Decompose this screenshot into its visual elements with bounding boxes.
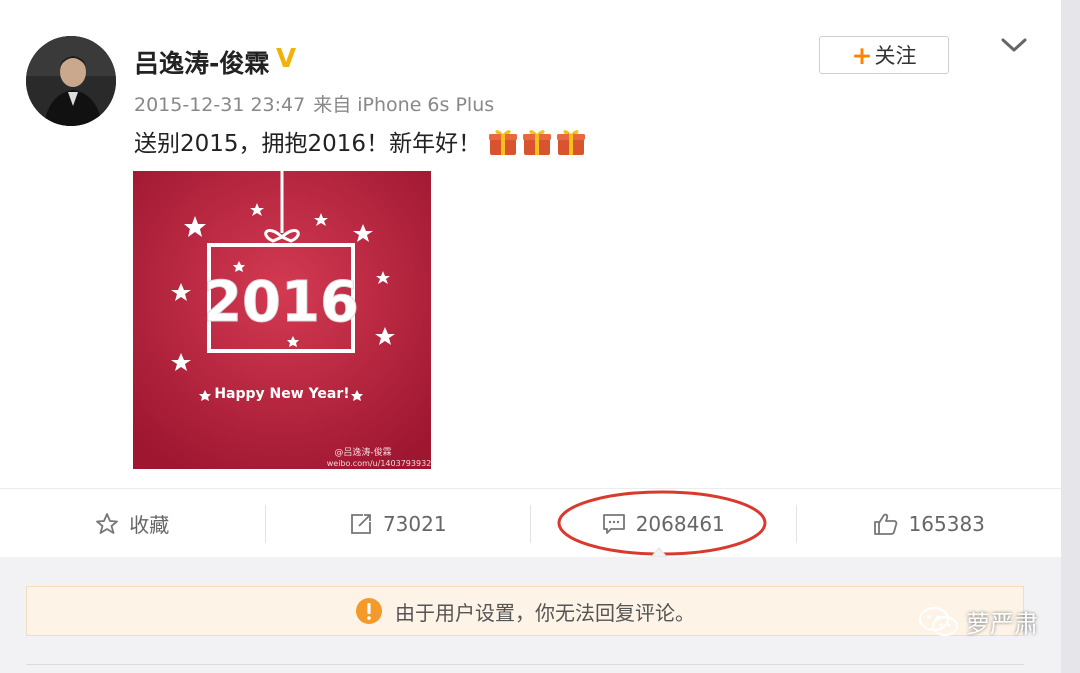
action-bar: 收藏 73021 2068461 165383 [0, 488, 1061, 558]
username[interactable]: 吕逸涛-俊霖 [134, 44, 269, 80]
post-source: 来自 iPhone 6s Plus [313, 94, 495, 116]
wechat-watermark: 萝严肃 [918, 604, 1038, 639]
scrollbar-track[interactable] [1061, 0, 1080, 673]
notice-text: 由于用户设置，你无法回复评论。 [395, 600, 695, 625]
poster-caption: Happy New Year! [214, 386, 349, 402]
weibo-post-card: 吕逸涛-俊霖 V 2015-12-31 23:47 来自 iPhone 6s Pl… [0, 0, 1061, 557]
poster-year-text: 2016 [203, 270, 359, 335]
repost-icon [351, 513, 371, 534]
follow-button[interactable]: + 关注 [819, 36, 949, 74]
poster-watermark-url: weibo.com/u/1403793932 [327, 459, 431, 468]
like-count: 165383 [908, 511, 985, 536]
plus-icon: + [851, 40, 873, 70]
avatar[interactable] [26, 36, 116, 126]
wechat-logo-icon [918, 606, 959, 636]
post-meta: 2015-12-31 23:47 来自 iPhone 6s Plus [134, 90, 502, 117]
comment-caret-icon [651, 547, 667, 557]
verified-badge-icon: V [276, 44, 297, 74]
gift-icon [523, 130, 552, 155]
favorite-label: 收藏 [129, 513, 170, 537]
post-timestamp[interactable]: 2015-12-31 23:47 [134, 94, 305, 116]
post-image[interactable]: 2016 Happy New Year! @吕逸涛-俊霖 weibo.com/u… [133, 171, 431, 469]
warning-icon [356, 598, 382, 624]
gift-icon [557, 130, 586, 155]
star-icon [96, 512, 119, 534]
chevron-down-icon[interactable] [998, 34, 1030, 58]
divider-line [26, 664, 1024, 665]
repost-button[interactable]: 73021 [266, 489, 531, 558]
favorite-button[interactable]: 收藏 [0, 489, 265, 558]
gift-emoji-group [487, 125, 589, 157]
thumbs-up-icon [873, 513, 897, 535]
reply-disabled-notice: 由于用户设置，你无法回复评论。 [26, 586, 1024, 636]
watermark-text: 萝严肃 [966, 610, 1038, 638]
repost-count: 73021 [382, 511, 447, 536]
new-year-poster: 2016 Happy New Year! @吕逸涛-俊霖 weibo.com/u… [133, 171, 431, 469]
gift-icon [489, 130, 518, 155]
post-text-content: 送别2015，拥抱2016！新年好！ [134, 131, 482, 157]
like-button[interactable]: 165383 [797, 489, 1062, 558]
avatar-photo [26, 36, 116, 126]
poster-watermark-handle: @吕逸涛-俊霖 [334, 446, 391, 458]
post-text: 送别2015，拥抱2016！新年好！ [134, 124, 589, 158]
follow-label: 关注 [874, 44, 917, 68]
